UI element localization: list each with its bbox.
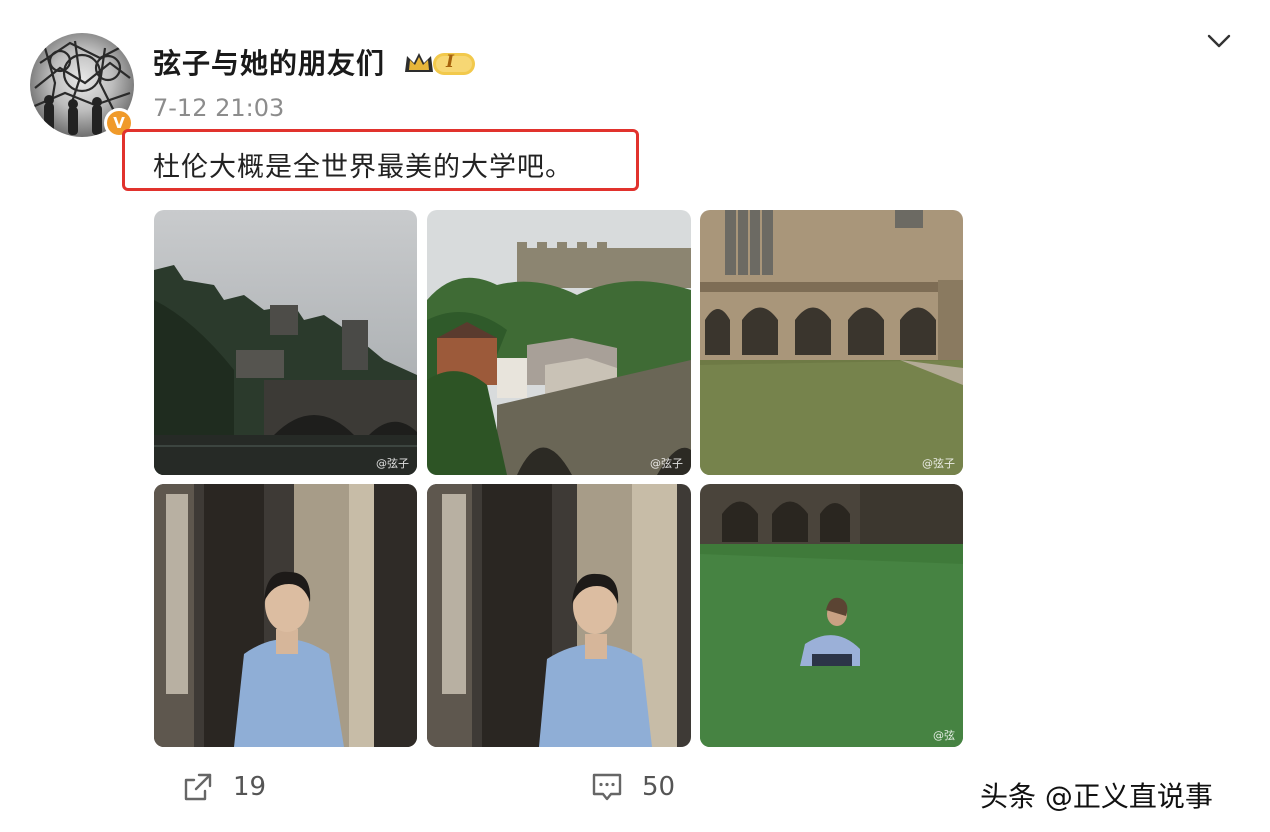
source-watermark: 头条 @正义直说事 xyxy=(980,780,1213,813)
repost-count: 19 xyxy=(233,772,267,802)
post-text: 杜伦大概是全世界最美的大学吧。 xyxy=(153,152,573,183)
comment-count: 50 xyxy=(642,772,676,802)
photo-watermark: @弦 xyxy=(933,729,955,742)
weibo-post: V 弦子与她的朋友们 I 7-12 21:03 杜伦大概是全世界最美的大学吧。 xyxy=(0,0,1270,832)
photo-1[interactable]: @弦子 xyxy=(154,210,417,475)
crown-icon[interactable]: I xyxy=(403,48,477,78)
comment-icon xyxy=(592,773,622,801)
photo-watermark: @弦子 xyxy=(376,457,409,470)
photo-6[interactable]: @弦 xyxy=(700,484,963,747)
photo-3[interactable]: @弦子 xyxy=(700,210,963,475)
chevron-down-icon[interactable] xyxy=(1204,28,1234,52)
photo-2[interactable]: @弦子 xyxy=(427,210,691,475)
photo-watermark: @弦子 xyxy=(650,457,683,470)
level-badge-label: I xyxy=(446,52,454,72)
comment-button[interactable]: 50 xyxy=(590,770,675,804)
repost-button[interactable]: 19 xyxy=(181,770,266,804)
repost-icon xyxy=(184,773,212,801)
photo-watermark: @弦子 xyxy=(922,457,955,470)
post-timestamp[interactable]: 7-12 21:03 xyxy=(153,94,284,122)
author-name[interactable]: 弦子与她的朋友们 xyxy=(153,42,385,82)
photo-4[interactable] xyxy=(154,484,417,747)
photo-5[interactable] xyxy=(427,484,691,747)
